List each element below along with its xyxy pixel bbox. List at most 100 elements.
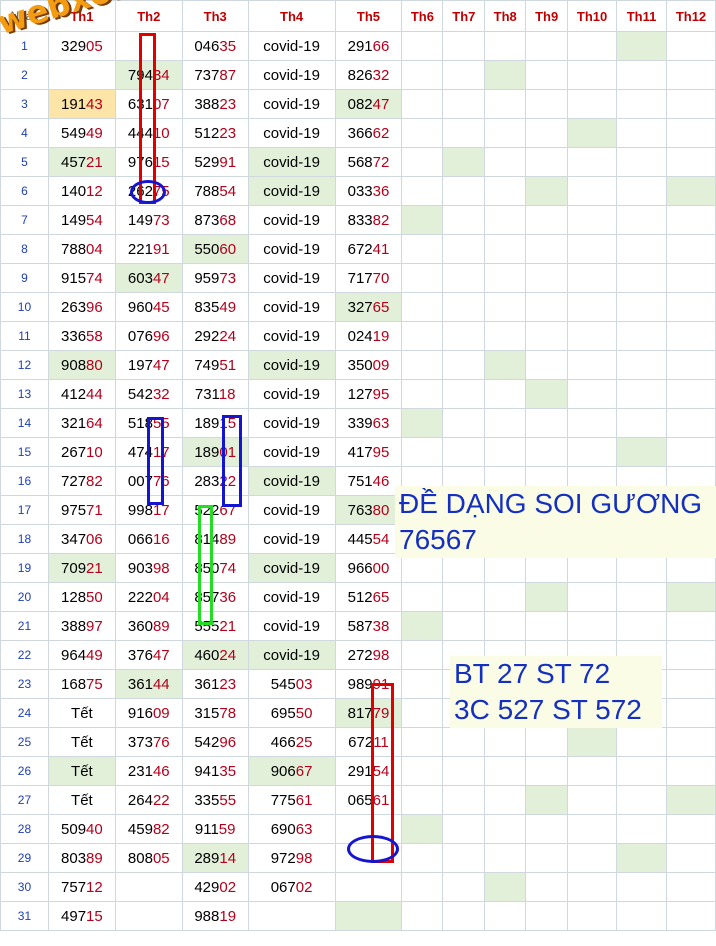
result-cell: 77561 bbox=[247, 785, 336, 815]
result-cell bbox=[442, 147, 486, 177]
result-cell: Tết bbox=[47, 698, 116, 728]
day-cell: 24 bbox=[0, 698, 49, 728]
result-cell bbox=[525, 321, 569, 351]
result-cell bbox=[616, 176, 667, 206]
result-cell: 78854 bbox=[181, 176, 249, 206]
result-cell: covid-19 bbox=[247, 408, 336, 438]
result-cell bbox=[525, 292, 569, 322]
day-cell: 8 bbox=[0, 234, 49, 264]
result-cell: 75712 bbox=[47, 872, 116, 902]
day-cell: 22 bbox=[0, 640, 49, 670]
column-header-month: Th7 bbox=[442, 0, 486, 32]
result-cell: 73787 bbox=[181, 60, 249, 90]
result-cell bbox=[401, 60, 444, 90]
table-row: 27 Tết 26422 33555 77561 06561 bbox=[0, 785, 716, 815]
result-cell bbox=[567, 60, 618, 90]
result-cell: 69063 bbox=[247, 814, 336, 844]
result-cell bbox=[484, 147, 527, 177]
result-cell bbox=[401, 640, 444, 670]
result-cell bbox=[484, 60, 527, 90]
result-cell bbox=[567, 263, 618, 293]
result-cell: 83549 bbox=[181, 292, 249, 322]
result-cell: 41244 bbox=[47, 379, 116, 409]
result-cell: covid-19 bbox=[247, 147, 336, 177]
result-cell bbox=[442, 379, 486, 409]
day-cell: 15 bbox=[0, 437, 49, 467]
day-cell: 23 bbox=[0, 669, 49, 699]
result-cell: 58738 bbox=[334, 611, 403, 641]
result-cell bbox=[442, 756, 486, 786]
result-cell: 73118 bbox=[181, 379, 249, 409]
result-cell: 19747 bbox=[114, 350, 183, 380]
result-cell: 14973 bbox=[114, 205, 183, 235]
result-cell bbox=[442, 611, 486, 641]
day-cell: 31 bbox=[0, 901, 49, 931]
result-cell bbox=[401, 321, 444, 351]
result-cell bbox=[401, 118, 444, 148]
result-cell: 33555 bbox=[181, 785, 249, 815]
result-cell bbox=[525, 408, 569, 438]
result-cell: 26422 bbox=[114, 785, 183, 815]
result-cell bbox=[401, 698, 444, 728]
result-cell bbox=[665, 147, 716, 177]
result-cell: 94135 bbox=[181, 756, 249, 786]
result-cell bbox=[616, 814, 667, 844]
annotation-line: BT 27 ST 72 bbox=[454, 658, 611, 689]
result-cell: 32905 bbox=[47, 31, 116, 61]
result-cell: covid-19 bbox=[247, 89, 336, 119]
result-cell: 82632 bbox=[334, 60, 403, 90]
table-row: 11 33658 07696 29224 covid-19 02419 bbox=[0, 321, 716, 351]
result-cell bbox=[567, 31, 618, 61]
result-cell: 91609 bbox=[114, 698, 183, 728]
result-cell: 23146 bbox=[114, 756, 183, 786]
result-cell bbox=[401, 350, 444, 380]
result-cell: 54232 bbox=[114, 379, 183, 409]
result-cell: covid-19 bbox=[247, 611, 336, 641]
table-body: 1 32905 04635 covid-19 29166 2 79434 73787 covid… bbox=[0, 31, 716, 931]
result-cell: 12795 bbox=[334, 379, 403, 409]
result-cell bbox=[525, 872, 569, 902]
blue-box-marker-th3 bbox=[222, 415, 242, 507]
result-cell: 70921 bbox=[47, 553, 116, 583]
result-cell: covid-19 bbox=[247, 118, 336, 148]
result-cell bbox=[567, 118, 618, 148]
result-cell bbox=[484, 901, 527, 931]
result-cell bbox=[567, 321, 618, 351]
result-cell: 85074 bbox=[181, 553, 249, 583]
result-cell bbox=[665, 843, 716, 873]
result-cell: covid-19 bbox=[247, 495, 336, 525]
result-cell bbox=[616, 350, 667, 380]
result-cell: covid-19 bbox=[247, 263, 336, 293]
table-row: 1 32905 04635 covid-19 29166 bbox=[0, 31, 716, 61]
result-cell bbox=[442, 234, 486, 264]
result-cell bbox=[567, 785, 618, 815]
result-cell: 44554 bbox=[334, 524, 403, 554]
result-cell bbox=[525, 901, 569, 931]
result-cell: 80805 bbox=[114, 843, 183, 873]
result-cell: 32765 bbox=[334, 292, 403, 322]
result-cell bbox=[114, 872, 183, 902]
result-cell bbox=[484, 350, 527, 380]
day-cell: 26 bbox=[0, 756, 49, 786]
lottery-results-table: Ngày Th1 Th2 Th3 Th4 Th5 Th6 Th7 Th8 Th9 Th10 Th11 T… bbox=[0, 0, 716, 931]
day-cell: 7 bbox=[0, 205, 49, 235]
column-header-month: Th4 bbox=[247, 0, 336, 32]
column-header-month: Th12 bbox=[665, 0, 716, 32]
result-cell: 54296 bbox=[181, 727, 249, 757]
result-cell: 75146 bbox=[334, 466, 403, 496]
result-cell bbox=[665, 31, 716, 61]
result-cell bbox=[525, 611, 569, 641]
table-row: 7 14954 14973 87368 covid-19 83382 bbox=[0, 205, 716, 235]
result-cell bbox=[401, 31, 444, 61]
result-cell: 45721 bbox=[47, 147, 116, 177]
result-cell bbox=[484, 437, 527, 467]
result-cell: 37376 bbox=[114, 727, 183, 757]
result-cell bbox=[616, 611, 667, 641]
result-cell bbox=[442, 872, 486, 902]
result-cell: covid-19 bbox=[247, 176, 336, 206]
result-cell bbox=[567, 350, 618, 380]
result-cell bbox=[567, 872, 618, 902]
column-header-month: Th5 bbox=[334, 0, 403, 32]
result-cell: 22204 bbox=[114, 582, 183, 612]
result-cell bbox=[484, 872, 527, 902]
